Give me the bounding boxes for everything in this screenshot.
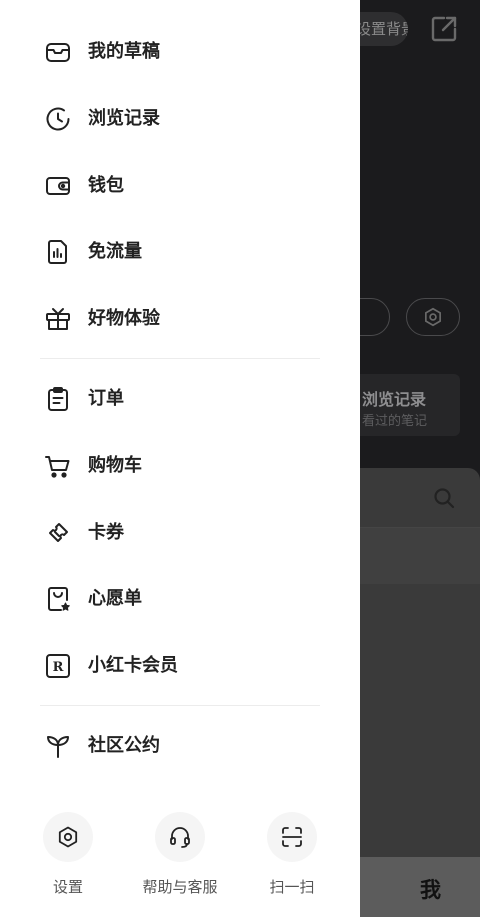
- menu-item-wallet[interactable]: 钱包: [0, 158, 360, 214]
- help-support-button-circle: [155, 812, 205, 862]
- history-card-title: 浏览记录: [362, 390, 427, 409]
- data-sim-icon: [48, 240, 67, 264]
- menu-item-label: 卡券: [88, 522, 124, 543]
- menu-item-community-rules[interactable]: 社区公约: [0, 718, 360, 774]
- menu-item-label: 心愿单: [88, 588, 142, 609]
- menu-item-cart[interactable]: 购物车: [0, 438, 360, 494]
- menu-item-label: 好物体验: [88, 308, 160, 329]
- ticket-coupon-icon: [49, 523, 68, 542]
- menu-item-orders[interactable]: 订单: [0, 371, 360, 427]
- menu-item-coupons[interactable]: 卡券: [0, 505, 360, 561]
- help-support-label: 帮助与客服: [142, 878, 218, 896]
- menu-divider: [40, 358, 320, 359]
- shopping-cart-icon: [45, 456, 70, 478]
- headset-support-icon: [170, 827, 190, 848]
- draft-tray-icon: [46, 43, 70, 62]
- clock-history-icon: [46, 107, 70, 131]
- history-card-subtitle: 看过的笔记: [362, 414, 428, 429]
- side-drawer: 我的草稿 浏览记录 钱包 免流量 好物体验 订单 购物车 卡券 心愿单 R 小红…: [0, 0, 360, 917]
- menu-item-label: 钱包: [88, 175, 124, 196]
- bottom-tab-bar-bg: [340, 857, 480, 917]
- menu-item-label: 订单: [88, 388, 124, 409]
- settings-button[interactable]: 设置: [23, 812, 113, 902]
- menu-item-label: 小红卡会员: [88, 655, 178, 676]
- menu-item-red-card-member[interactable]: R 小红卡会员: [0, 638, 360, 694]
- notes-sheet-band: [340, 528, 480, 584]
- scan-icon: [282, 827, 302, 847]
- clipboard-order-icon: [48, 387, 68, 411]
- menu-item-label: 浏览记录: [88, 108, 160, 129]
- sprout-icon: [47, 736, 69, 758]
- gear-icon: [425, 307, 441, 327]
- menu-item-label: 我的草稿: [88, 41, 160, 62]
- help-support-button[interactable]: 帮助与客服: [135, 812, 225, 902]
- gift-box-icon: [46, 308, 70, 330]
- menu-divider: [40, 705, 320, 706]
- menu-item-history[interactable]: 浏览记录: [0, 91, 360, 147]
- scan-button[interactable]: 扫一扫: [247, 812, 337, 902]
- menu-item-drafts[interactable]: 我的草稿: [0, 24, 360, 80]
- scan-label: 扫一扫: [269, 878, 315, 896]
- settings-label: 设置: [52, 878, 83, 896]
- settings-gear-icon: [58, 826, 78, 848]
- r-card-member-icon: R: [46, 654, 70, 678]
- tab-me: 我: [420, 878, 441, 902]
- svg-text:R: R: [53, 660, 64, 675]
- menu-item-label: 购物车: [88, 455, 142, 476]
- settings-button-bg: [406, 298, 460, 336]
- menu-item-label: 免流量: [88, 241, 142, 262]
- scan-button-circle: [267, 812, 317, 862]
- menu-item-product-trial[interactable]: 好物体验: [0, 291, 360, 347]
- wishlist-bag-icon: [48, 587, 70, 611]
- menu-item-free-data[interactable]: 免流量: [0, 224, 360, 280]
- settings-button-circle: [43, 812, 93, 862]
- wallet-icon: [46, 177, 70, 195]
- menu-item-label: 社区公约: [88, 735, 160, 756]
- share-icon: [431, 16, 457, 42]
- search-icon: [434, 488, 455, 509]
- menu-item-wishlist[interactable]: 心愿单: [0, 571, 360, 627]
